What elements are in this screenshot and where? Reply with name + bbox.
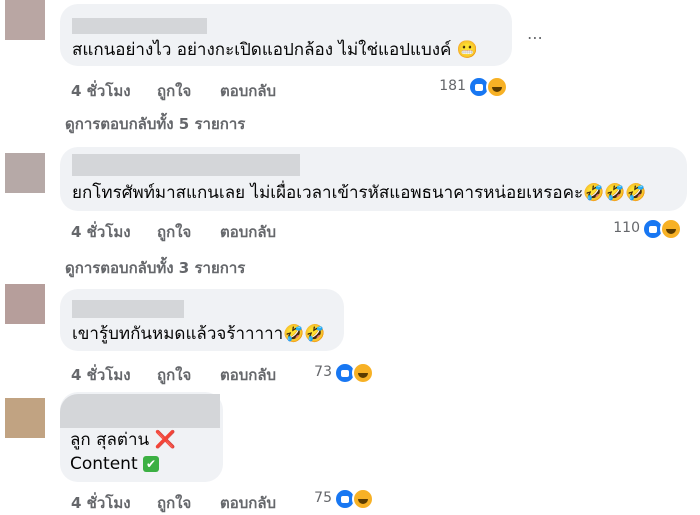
view-replies-link[interactable]: ดูการตอบกลับทั้ง 3 รายการ	[65, 256, 245, 280]
check-mark-icon: ✔	[143, 456, 160, 472]
avatar[interactable]	[5, 0, 45, 40]
like-button[interactable]: ถูกใจ	[157, 363, 191, 387]
haha-reaction-icon	[352, 362, 374, 384]
commenter-name[interactable]	[72, 154, 300, 176]
comment-text: ลูก สุลต่าน	[70, 430, 150, 450]
comment-bubble: ยกโทรศัพท์มาสแกนเลย ไม่เผื่อเวลาเข้ารหัส…	[60, 147, 687, 211]
cross-mark-icon: ❌	[154, 430, 176, 450]
comment-bubble: สแกนอย่างไว อย่างกะเปิดแอปกล้อง ไม่ใช่แอ…	[60, 4, 512, 66]
like-button[interactable]: ถูกใจ	[157, 79, 191, 103]
reaction-count: 110	[613, 220, 640, 236]
comment-time[interactable]: 4 ชั่วโมง	[71, 491, 131, 515]
commenter-name[interactable]	[60, 394, 220, 428]
commenter-name[interactable]	[72, 300, 184, 318]
reaction-count: 73	[314, 364, 332, 380]
reply-button[interactable]: ตอบกลับ	[220, 363, 276, 387]
avatar[interactable]	[5, 153, 45, 193]
comment-text-line: Content ✔	[70, 452, 160, 476]
comment-time[interactable]: 4 ชั่วโมง	[71, 363, 131, 387]
reaction-summary[interactable]: 75	[296, 488, 378, 512]
haha-reaction-icon	[352, 488, 374, 510]
reaction-summary[interactable]: 181	[430, 76, 512, 100]
avatar[interactable]	[5, 398, 45, 438]
comment-text: Content	[70, 454, 138, 474]
reaction-count: 75	[314, 490, 332, 506]
commenter-name[interactable]	[72, 18, 207, 34]
comment-text-line: ลูก สุลต่าน ❌	[70, 428, 176, 452]
reaction-count: 181	[439, 78, 466, 94]
comment-text: สแกนอย่างไว อย่างกะเปิดแอปกล้อง ไม่ใช่แอ…	[72, 40, 478, 60]
reaction-summary[interactable]: 73	[296, 362, 378, 386]
reply-button[interactable]: ตอบกลับ	[220, 220, 276, 244]
like-button[interactable]: ถูกใจ	[157, 220, 191, 244]
comment-time[interactable]: 4 ชั่วโมง	[71, 220, 131, 244]
comment-text: เขารู้บทกันหมดแล้วจร้าาาาา🤣🤣	[72, 324, 326, 344]
reply-button[interactable]: ตอบกลับ	[220, 491, 276, 515]
comment-bubble: เขารู้บทกันหมดแล้วจร้าาาาา🤣🤣	[60, 289, 344, 351]
reaction-summary[interactable]: 110	[604, 218, 686, 242]
comment-time[interactable]: 4 ชั่วโมง	[71, 79, 131, 103]
avatar[interactable]	[5, 284, 45, 324]
comment-bubble: ลูก สุลต่าน ❌ Content ✔	[60, 392, 223, 482]
haha-reaction-icon	[486, 76, 508, 98]
haha-reaction-icon	[660, 218, 682, 240]
view-replies-link[interactable]: ดูการตอบกลับทั้ง 5 รายการ	[65, 112, 245, 136]
comment-text: ยกโทรศัพท์มาสแกนเลย ไม่เผื่อเวลาเข้ารหัส…	[72, 183, 647, 203]
more-options-icon[interactable]: ⋯	[527, 28, 544, 47]
reply-button[interactable]: ตอบกลับ	[220, 79, 276, 103]
like-button[interactable]: ถูกใจ	[157, 491, 191, 515]
